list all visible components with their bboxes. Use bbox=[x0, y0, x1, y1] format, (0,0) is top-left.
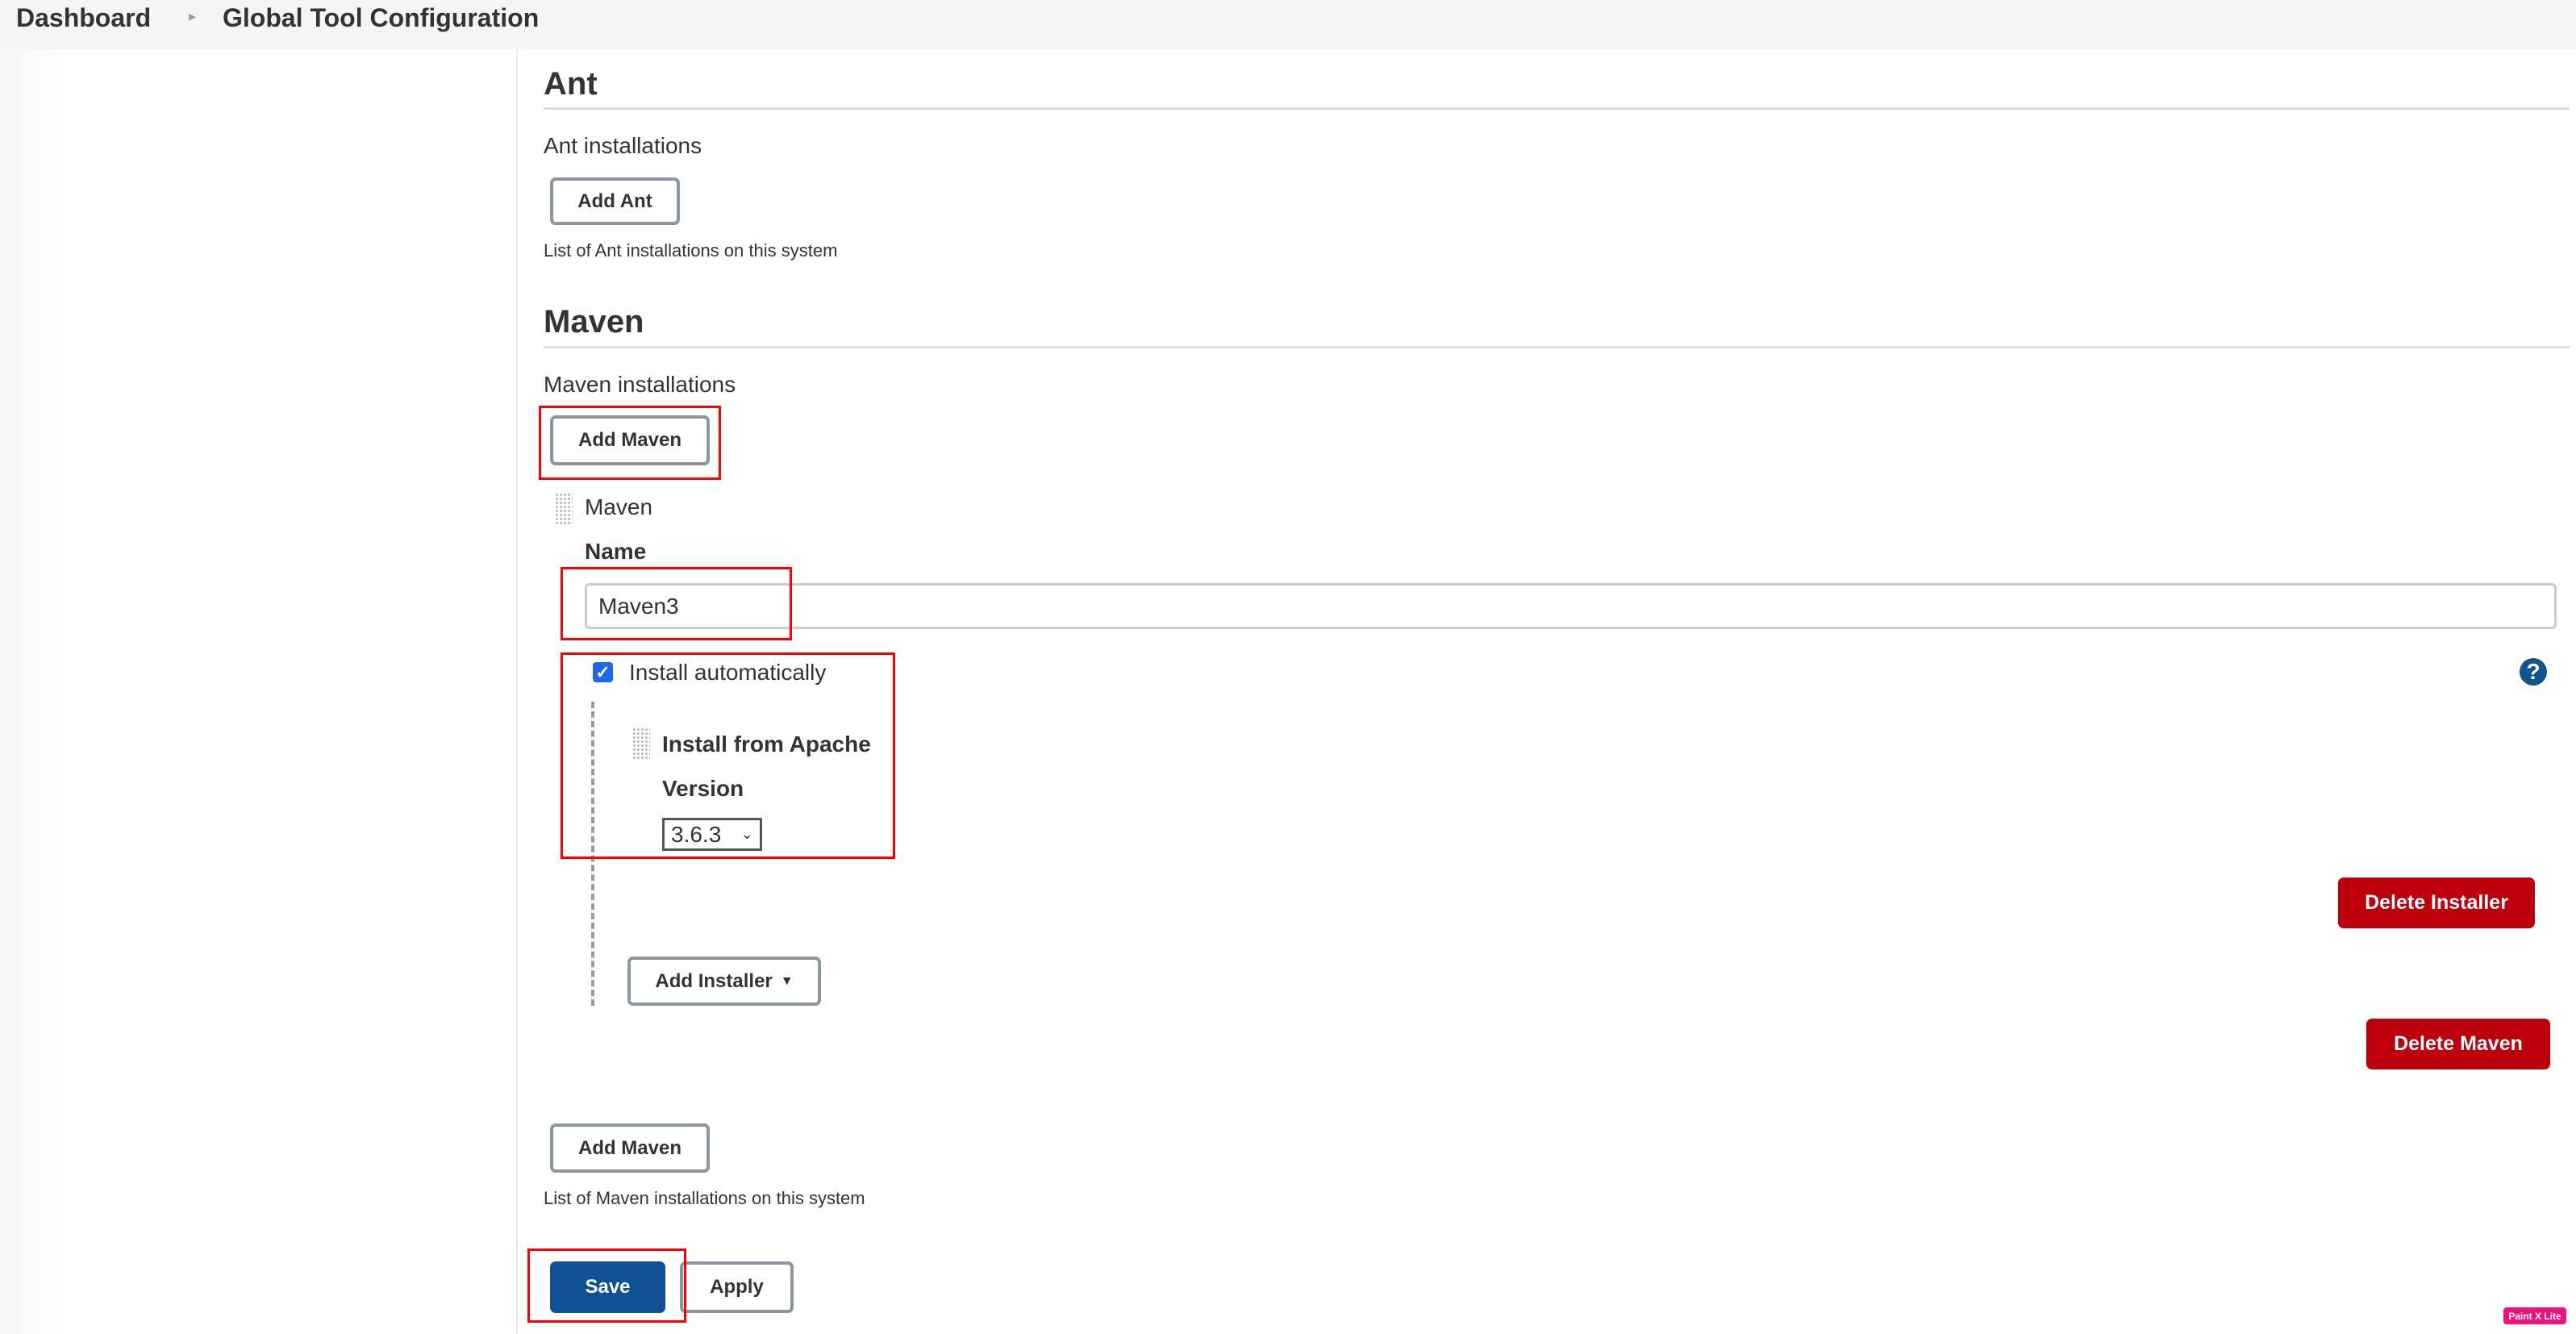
drag-handle-icon[interactable] bbox=[555, 493, 573, 525]
highlight-box bbox=[527, 1249, 686, 1323]
breadcrumb-current: Global Tool Configuration bbox=[223, 3, 540, 32]
maven-installations-label: Maven installations bbox=[544, 372, 736, 397]
delete-maven-button[interactable]: Delete Maven bbox=[2366, 1019, 2550, 1069]
watermark-logo: Paint X Lite bbox=[2503, 1307, 2566, 1324]
add-installer-button[interactable]: Add Installer ▼ bbox=[627, 957, 821, 1006]
maven-installation-title: Maven bbox=[585, 494, 653, 519]
ant-heading: Ant bbox=[544, 66, 598, 102]
apply-button[interactable]: Apply bbox=[680, 1261, 794, 1313]
caret-down-icon: ▼ bbox=[780, 973, 794, 988]
add-ant-button[interactable]: Add Ant bbox=[550, 177, 680, 225]
help-icon[interactable]: ? bbox=[2520, 658, 2547, 686]
ant-installations-label: Ant installations bbox=[544, 133, 702, 158]
name-label: Name bbox=[585, 539, 647, 564]
divider bbox=[544, 107, 2570, 110]
maven-description: List of Maven installations on this syst… bbox=[544, 1188, 865, 1208]
divider bbox=[544, 346, 2570, 348]
name-input[interactable] bbox=[585, 583, 2557, 629]
add-installer-label: Add Installer bbox=[655, 969, 773, 992]
delete-installer-button[interactable]: Delete Installer bbox=[2338, 878, 2535, 928]
breadcrumb-dashboard[interactable]: Dashboard bbox=[16, 3, 151, 33]
breadcrumb-bar: Dashboard ▸ Global Tool Configuration bbox=[0, 0, 2576, 49]
chevron-right-icon: ▸ bbox=[189, 8, 197, 24]
highlight-box bbox=[561, 567, 792, 640]
highlight-box bbox=[561, 652, 895, 859]
maven-heading: Maven bbox=[544, 304, 644, 340]
sidebar bbox=[0, 49, 518, 1334]
highlight-box bbox=[539, 406, 721, 480]
ant-description: List of Ant installations on this system bbox=[544, 240, 838, 261]
add-maven-button-bottom[interactable]: Add Maven bbox=[550, 1123, 710, 1173]
